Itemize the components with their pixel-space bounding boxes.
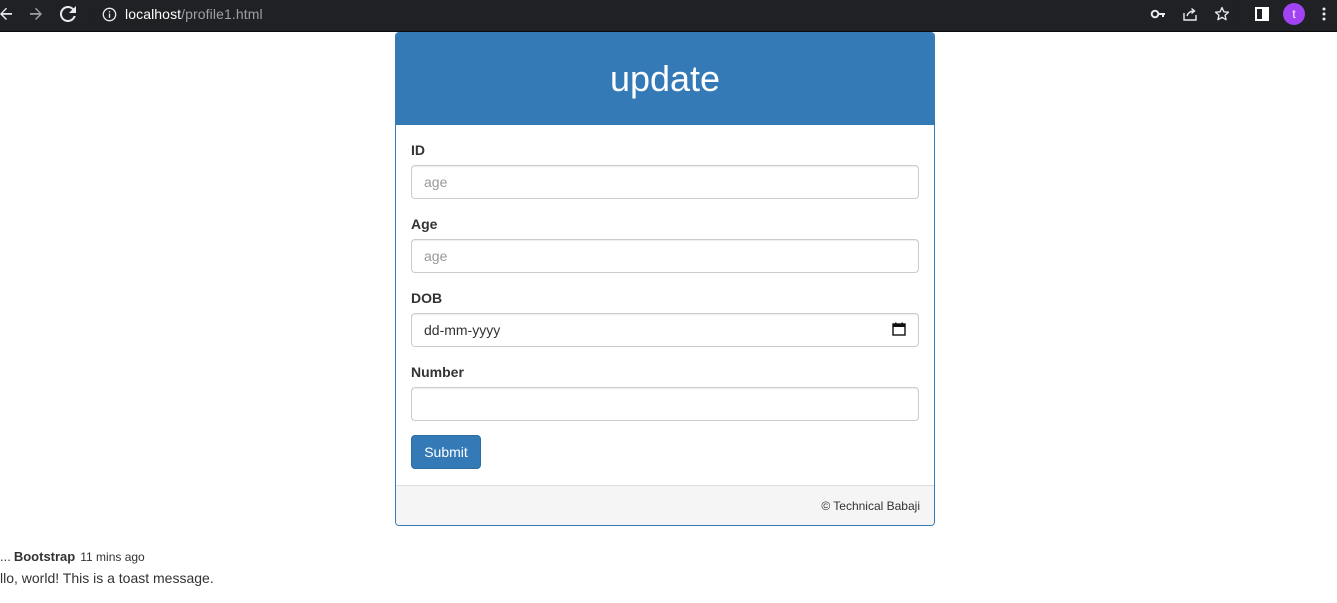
browser-toolbar: localhost/profile1.html t: [0, 0, 1337, 32]
id-placeholder: age: [424, 174, 448, 190]
key-icon[interactable]: [1144, 0, 1172, 28]
share-icon[interactable]: [1176, 0, 1204, 28]
url-path: /profile1.html: [181, 6, 263, 22]
id-input[interactable]: age: [411, 165, 919, 199]
sidepanel-icon[interactable]: [1248, 0, 1276, 28]
submit-button[interactable]: Submit: [411, 435, 481, 469]
toast-ellipsis: ...: [0, 549, 11, 564]
number-label: Number: [411, 364, 464, 380]
dob-placeholder: dd-mm-yyyy: [424, 322, 501, 338]
forward-icon[interactable]: [22, 0, 50, 28]
dob-field-group: DOB dd-mm-yyyy: [411, 288, 919, 347]
url-host: localhost: [125, 6, 182, 22]
id-field-group: ID age: [411, 140, 919, 199]
panel-heading: update: [396, 33, 934, 125]
panel-title: update: [609, 58, 721, 99]
panel-footer: © Technical Babaji: [396, 485, 934, 525]
address-bar[interactable]: localhost/profile1.html: [90, 1, 1240, 27]
more-icon[interactable]: [1310, 0, 1337, 28]
toast-message: llo, world! This is a toast message.: [0, 570, 214, 586]
profile-avatar[interactable]: t: [1283, 3, 1305, 25]
url-text: localhost/profile1.html: [125, 6, 263, 22]
dob-label: DOB: [411, 290, 443, 306]
info-icon[interactable]: [101, 6, 117, 22]
update-form: ID age Age age DOB dd-mm-yyyy Number Sub…: [396, 125, 934, 484]
age-input[interactable]: age: [411, 239, 919, 273]
update-panel: update ID age Age age DOB dd-mm-yyyy Num…: [395, 32, 935, 526]
id-label: ID: [411, 142, 425, 158]
back-icon[interactable]: [0, 0, 20, 28]
toast-header: ... Bootstrap 11 mins ago: [0, 549, 145, 565]
reload-icon[interactable]: [54, 0, 82, 28]
toast-title: Bootstrap: [13, 549, 76, 564]
age-label: Age: [411, 216, 438, 232]
age-placeholder: age: [424, 248, 448, 264]
number-input[interactable]: [411, 387, 919, 421]
age-field-group: Age age: [411, 214, 919, 273]
star-icon[interactable]: [1208, 0, 1236, 28]
footer-text: © Technical Babaji: [821, 498, 920, 513]
calendar-icon[interactable]: [892, 322, 906, 339]
dob-input[interactable]: dd-mm-yyyy: [411, 313, 919, 347]
toast-time: 11 mins ago: [80, 550, 145, 564]
number-field-group: Number: [411, 362, 919, 421]
